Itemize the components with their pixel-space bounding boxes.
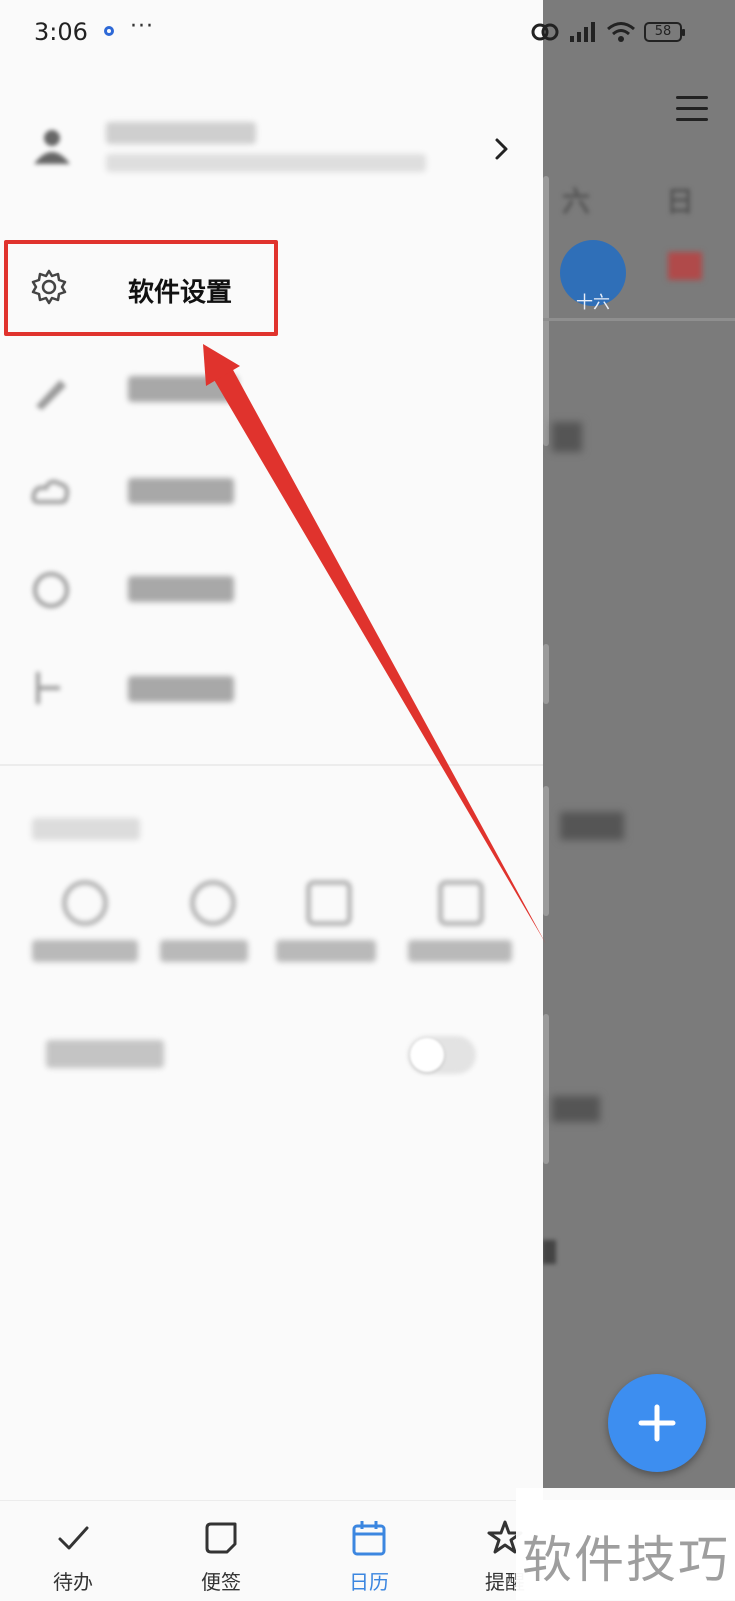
scroll-track: [543, 786, 549, 916]
cloud-icon: [31, 479, 70, 504]
brush-icon: [36, 380, 66, 410]
tool-label-redacted: [160, 940, 248, 962]
tool-item[interactable]: [408, 880, 518, 990]
selected-day-lunar-label: 十六: [576, 293, 610, 313]
menu-item-redacted[interactable]: [128, 376, 238, 402]
status-more-icon: ···: [130, 14, 154, 39]
chevron-right-icon[interactable]: [492, 136, 512, 162]
blurred-holiday-mark: [668, 252, 702, 280]
menu-item-redacted[interactable]: [128, 676, 234, 702]
tool-item[interactable]: [276, 880, 386, 990]
plus-icon: [638, 1404, 676, 1442]
status-time: 3:06: [34, 18, 88, 46]
scroll-track: [543, 1014, 549, 1164]
profile-avatar-icon: [34, 130, 70, 164]
link-icon: [531, 23, 559, 41]
watermark-text: 软件技巧: [522, 1531, 730, 1589]
tool-label-redacted: [32, 940, 138, 962]
toggle-knob[interactable]: [410, 1038, 444, 1072]
status-icons: 58: [530, 18, 685, 46]
tool-label-redacted: [276, 940, 376, 962]
drawer-divider: [0, 764, 543, 766]
scroll-track: [543, 176, 549, 446]
weekday-label: 六: [562, 185, 591, 218]
hamburger-menu-icon[interactable]: [676, 96, 708, 122]
weekday-label: 日: [666, 185, 695, 218]
blurred-content: [552, 422, 582, 452]
signal-icon: [570, 22, 595, 42]
nav-label: 日历: [349, 1570, 389, 1594]
tool-label-redacted: [408, 940, 512, 962]
tools-heading-redacted: [32, 818, 140, 840]
add-button[interactable]: [608, 1374, 706, 1472]
notification-dot-icon: [104, 26, 114, 36]
tool-item[interactable]: [32, 880, 142, 990]
card-icon: [438, 880, 484, 926]
tool-item[interactable]: [160, 880, 270, 990]
profile-name-redacted: [106, 122, 256, 144]
blurred-content: [542, 1240, 556, 1264]
menu-item-redacted[interactable]: [128, 478, 234, 504]
nav-notes[interactable]: 便签: [176, 1518, 266, 1595]
software-settings-menu-item[interactable]: 软件设置: [128, 272, 232, 309]
wifi-icon: [607, 22, 635, 42]
scroll-track: [543, 644, 549, 704]
nav-calendar[interactable]: 日历: [324, 1518, 414, 1595]
calendar-grid-icon: [306, 880, 352, 926]
toggle-label-redacted: [46, 1040, 164, 1068]
nav-label: 待办: [53, 1570, 93, 1594]
profile-subtitle-redacted: [106, 154, 426, 172]
check-icon: [58, 1526, 89, 1550]
battery-icon: 58: [644, 22, 685, 42]
background-divider: [543, 318, 735, 321]
info-icon: [33, 572, 69, 608]
clock-icon: [62, 880, 108, 926]
alarm-icon: [190, 880, 236, 926]
nav-label: 便签: [201, 1570, 241, 1594]
nav-todo[interactable]: 待办: [28, 1518, 118, 1595]
calendar-icon: [352, 1521, 386, 1556]
logout-icon: [36, 672, 60, 704]
gear-icon: [31, 269, 67, 305]
blurred-content: [560, 812, 624, 840]
blurred-content: [552, 1096, 600, 1122]
note-icon: [205, 1522, 237, 1554]
menu-item-redacted[interactable]: [128, 576, 234, 602]
